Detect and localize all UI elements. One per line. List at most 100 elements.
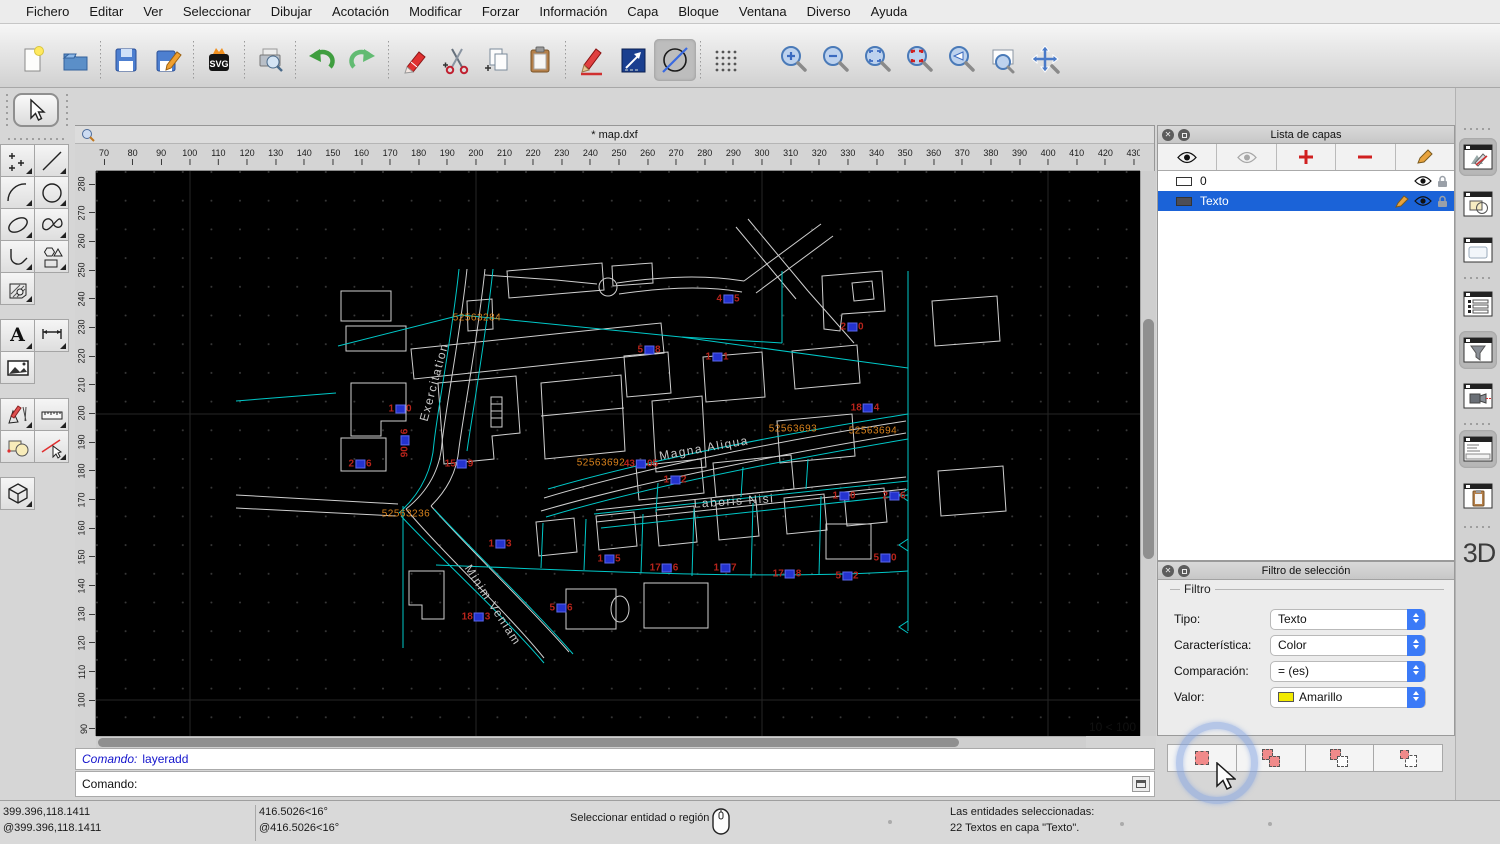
copy-button[interactable] — [477, 39, 519, 81]
dock-handle[interactable] — [1462, 421, 1494, 427]
close-icon[interactable]: ✕ — [1162, 129, 1174, 141]
eye-icon[interactable] — [1414, 195, 1432, 207]
menu-item[interactable]: Modificar — [399, 0, 472, 23]
menu-item[interactable]: Seleccionar — [173, 0, 261, 23]
selected-text-entity[interactable] — [556, 603, 566, 613]
house-number-label[interactable]: 18 4 — [851, 403, 880, 414]
menu-item[interactable]: Ver — [133, 0, 173, 23]
view-dock-button[interactable] — [1459, 377, 1497, 415]
house-number-label[interactable]: 11 — [705, 352, 728, 363]
print-preview-button[interactable] — [249, 39, 291, 81]
menu-item[interactable]: Información — [529, 0, 617, 23]
house-number-label[interactable]: 90 6 — [400, 429, 411, 458]
filter-field-dropdown[interactable]: Texto — [1270, 608, 1426, 630]
measure-tool-button[interactable] — [34, 398, 69, 431]
selected-text-entity[interactable] — [723, 294, 733, 304]
zoom-selection-button[interactable] — [899, 39, 941, 81]
command-input[interactable] — [142, 774, 1132, 794]
detach-icon[interactable] — [1178, 129, 1190, 141]
edit-entity-button[interactable] — [0, 430, 35, 463]
house-number-label[interactable]: 45 — [716, 294, 739, 305]
menu-item[interactable]: Acotación — [322, 0, 399, 23]
selected-text-entity[interactable] — [784, 569, 795, 579]
selected-text-entity[interactable] — [644, 345, 654, 355]
palette-handle[interactable] — [64, 92, 70, 128]
block-list-dock-button[interactable] — [1459, 185, 1497, 223]
drawing-canvas[interactable]: Exercitation Magna Aliqua Laboris Nisi Mini… — [96, 171, 1140, 736]
undo-button[interactable] — [300, 39, 342, 81]
house-number-label[interactable]: 15 — [597, 554, 620, 565]
close-icon[interactable]: ✕ — [1162, 565, 1174, 577]
zoom-previous-button[interactable] — [941, 39, 983, 81]
dock-handle[interactable] — [1462, 126, 1494, 132]
eye-icon[interactable] — [1414, 175, 1432, 187]
house-number-label[interactable]: 12 — [663, 475, 686, 486]
image-tool-button[interactable] — [0, 351, 35, 384]
house-number-label[interactable]: 17 — [713, 563, 736, 574]
selected-text-entity[interactable] — [847, 322, 857, 332]
selected-text-entity[interactable] — [839, 491, 849, 501]
selected-text-entity[interactable] — [720, 563, 730, 573]
house-number-label[interactable]: 50 — [873, 553, 896, 564]
pencil-icon[interactable] — [1395, 194, 1409, 208]
menu-item[interactable]: Forzar — [472, 0, 530, 23]
delete-button[interactable] — [393, 39, 435, 81]
menu-item[interactable]: Fichero — [16, 0, 79, 23]
lock-icon[interactable] — [1437, 195, 1448, 208]
selected-text-entity[interactable] — [636, 459, 646, 469]
snap-tool-button[interactable] — [34, 430, 69, 463]
menu-item[interactable]: Ayuda — [861, 0, 918, 23]
selected-text-entity[interactable] — [661, 563, 672, 573]
filter-field-dropdown[interactable]: = (es) — [1270, 660, 1426, 682]
svg-export-button[interactable]: SVG — [198, 39, 240, 81]
shapes-tool-button[interactable] — [34, 240, 69, 273]
selected-text-entity[interactable] — [355, 459, 365, 469]
text-tool-button[interactable]: A — [0, 319, 35, 352]
house-number-label[interactable]: 15 9 — [445, 459, 474, 470]
show-all-layers-button[interactable] — [1158, 144, 1218, 170]
palette-handle[interactable] — [4, 92, 10, 128]
pan-button[interactable] — [1025, 39, 1067, 81]
paste-button[interactable] — [519, 39, 561, 81]
point-tool-button[interactable] — [0, 144, 35, 177]
menu-item[interactable]: Dibujar — [261, 0, 322, 23]
selected-text-entity[interactable] — [495, 539, 505, 549]
house-number-label[interactable]: 26 — [882, 491, 905, 502]
layer-row[interactable]: Texto — [1158, 191, 1454, 211]
house-number-label[interactable]: 52 — [835, 571, 858, 582]
save-as-button[interactable] — [147, 39, 189, 81]
dropdown-stepper-icon[interactable] — [1407, 608, 1425, 630]
house-number-label[interactable]: 17 8 — [773, 569, 802, 580]
selected-text-entity[interactable] — [670, 475, 680, 485]
zoom-window-button[interactable] — [983, 39, 1025, 81]
hatch-tool-button[interactable] — [0, 272, 35, 305]
selection-tool-button[interactable] — [13, 93, 59, 127]
open-file-button[interactable] — [54, 39, 96, 81]
house-number-label[interactable]: 10 — [832, 491, 855, 502]
palette-handle[interactable] — [6, 134, 68, 140]
filter-field-dropdown[interactable]: Amarillo — [1270, 686, 1426, 708]
command-line-dock-button[interactable] — [1459, 430, 1497, 468]
house-number-label[interactable]: 20 — [840, 322, 863, 333]
lock-icon[interactable] — [1437, 175, 1448, 188]
zoom-out-button[interactable] — [815, 39, 857, 81]
selected-text-entity[interactable] — [604, 554, 614, 564]
selected-text-entity[interactable] — [395, 404, 405, 414]
selected-text-entity[interactable] — [889, 491, 899, 501]
modify-tool-button[interactable] — [0, 398, 35, 431]
clipboard-dock-button[interactable] — [1459, 477, 1497, 515]
selected-text-entity[interactable] — [842, 571, 852, 581]
house-number-label[interactable]: 17 6 — [650, 563, 679, 574]
dimension-tool-button[interactable] — [34, 319, 69, 352]
polyline-tool-button[interactable] — [0, 240, 35, 273]
command-panel-button[interactable] — [1132, 776, 1150, 792]
house-number-label[interactable]: 43 05 — [624, 459, 658, 470]
house-number-label[interactable]: 26 — [348, 459, 371, 470]
edit-layer-button[interactable] — [1396, 144, 1454, 170]
house-number-label[interactable]: 10 — [388, 404, 411, 415]
menu-item[interactable]: Ventana — [729, 0, 797, 23]
house-number-label[interactable]: 13 — [488, 539, 511, 550]
selected-text-entity[interactable] — [473, 612, 484, 622]
property-list-dock-button[interactable] — [1459, 285, 1497, 323]
horizontal-scrollbar-thumb[interactable] — [98, 738, 959, 747]
